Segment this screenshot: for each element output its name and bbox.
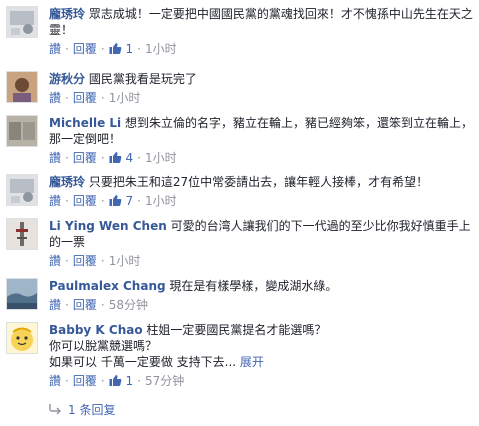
thumbs-up-icon[interactable]	[109, 194, 122, 207]
timestamp[interactable]: 1小时	[109, 254, 141, 268]
comment-text-line-1: 柱姐一定要國民黨提名才能選嗎？	[146, 323, 327, 337]
commenter-name[interactable]: Babby K Chao	[49, 323, 143, 337]
timestamp[interactable]: 1小时	[145, 194, 177, 208]
like-button[interactable]: 讚	[49, 151, 61, 165]
commenter-name[interactable]: 龐琇玲	[49, 175, 85, 189]
thumbs-up-icon[interactable]	[109, 42, 122, 55]
timestamp[interactable]: 57分钟	[145, 374, 184, 388]
comment-text: 只要把朱王和這27位中常委請出去，讓年輕人接棒，才有希望！	[88, 175, 429, 189]
see-more-link[interactable]: 展开	[240, 355, 264, 369]
like-count[interactable]: 1	[126, 374, 134, 388]
timestamp[interactable]: 1小时	[145, 151, 177, 165]
like-button[interactable]: 讚	[49, 374, 61, 388]
reply-button[interactable]: 回覆	[73, 151, 97, 165]
reply-button[interactable]: 回覆	[73, 254, 97, 268]
thumbs-up-icon[interactable]	[109, 374, 122, 387]
replies-count[interactable]: 1 条回复	[68, 403, 115, 417]
like-button[interactable]: 讚	[49, 91, 61, 105]
avatar[interactable]	[6, 218, 38, 250]
thumbs-up-icon[interactable]	[109, 151, 122, 164]
like-button[interactable]: 讚	[49, 42, 61, 56]
reply-arrow-icon	[49, 404, 61, 415]
comment-actions: 讚 · 回覆 · 4 · 1小时	[49, 151, 177, 165]
comment-text: 眾志成城！一定要把中國國民黨的黨魂找回來！才不愧孫中山先生在天之靈！	[49, 7, 473, 37]
like-button[interactable]: 讚	[49, 254, 61, 268]
like-count[interactable]: 7	[126, 194, 134, 208]
commenter-name[interactable]: 龐琇玲	[49, 7, 85, 21]
like-button[interactable]: 讚	[49, 298, 61, 312]
comment-actions: 讚 · 回覆 · 1小时	[49, 254, 141, 268]
reply-button[interactable]: 回覆	[73, 194, 97, 208]
timestamp[interactable]: 1小时	[145, 42, 177, 56]
avatar[interactable]	[6, 115, 38, 147]
timestamp[interactable]: 58分钟	[109, 298, 148, 312]
comment-actions: 讚 · 回覆 · 1小时	[49, 91, 141, 105]
reply-button[interactable]: 回覆	[73, 91, 97, 105]
view-replies-link[interactable]: 1 条回复	[48, 402, 115, 418]
like-count[interactable]: 4	[126, 151, 134, 165]
like-count[interactable]: 1	[126, 42, 134, 56]
like-button[interactable]: 讚	[49, 194, 61, 208]
avatar[interactable]	[6, 6, 38, 38]
avatar[interactable]	[6, 322, 38, 354]
comment-text-line-2: 你可以脫黨競選嗎？	[49, 339, 158, 353]
comment-actions: 讚 · 回覆 · 1 · 1小时	[49, 42, 177, 56]
avatar[interactable]	[6, 71, 38, 103]
comment-text: 現在是有樣學樣，變成湖水綠。	[169, 279, 338, 293]
commenter-name[interactable]: Paulmalex Chang	[49, 279, 166, 293]
comment-text-line-3: 如果可以 千萬一定要做 支持下去...	[49, 355, 237, 369]
timestamp[interactable]: 1小时	[109, 91, 141, 105]
comment-actions: 讚 · 回覆 · 7 · 1小时	[49, 194, 177, 208]
reply-button[interactable]: 回覆	[73, 42, 97, 56]
comment-actions: 讚 · 回覆 · 58分钟	[49, 298, 148, 312]
commenter-name[interactable]: Michelle Li	[49, 116, 121, 130]
avatar[interactable]	[6, 174, 38, 206]
commenter-name[interactable]: 游秋分	[49, 72, 85, 86]
reply-button[interactable]: 回覆	[73, 374, 97, 388]
comment-actions: 讚 · 回覆 · 1 · 57分钟	[49, 374, 185, 388]
reply-button[interactable]: 回覆	[73, 298, 97, 312]
avatar[interactable]	[6, 278, 38, 310]
comment-text: 國民黨我看是玩完了	[88, 72, 197, 86]
commenter-name[interactable]: Li Ying Wen Chen	[49, 219, 167, 233]
